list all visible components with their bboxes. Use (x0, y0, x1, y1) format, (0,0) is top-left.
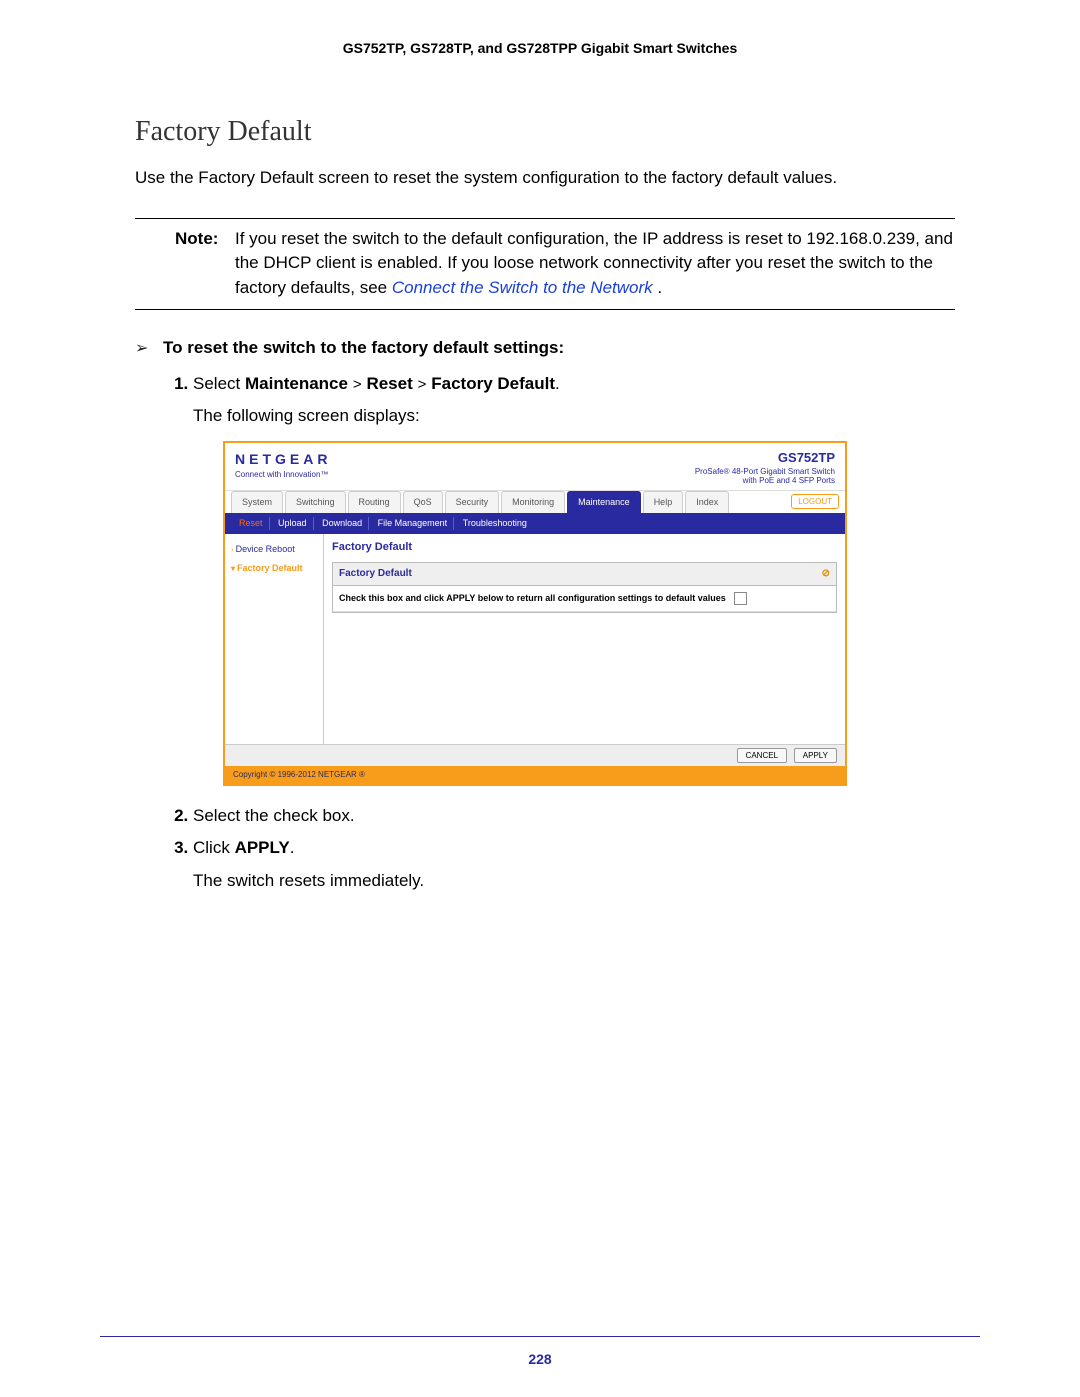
shot-sidebar: ›Device Reboot ▾Factory Default (225, 534, 324, 744)
tab-routing[interactable]: Routing (348, 491, 401, 513)
factory-default-checkbox[interactable] (734, 592, 747, 605)
tab-system[interactable]: System (231, 491, 283, 513)
note-body-post: . (653, 278, 662, 297)
step1-reset: Reset (366, 374, 412, 393)
procedure-title: To reset the switch to the factory defau… (163, 338, 564, 358)
page-number: 228 (0, 1351, 1080, 1367)
step-1: Select Maintenance > Reset > Factory Def… (193, 372, 955, 786)
note-rule-top (135, 218, 955, 219)
procedure-arrow-icon: ➢ (135, 338, 163, 358)
help-icon[interactable]: ⊘ (822, 567, 830, 582)
apply-button[interactable]: APPLY (794, 748, 837, 764)
subtab-download[interactable]: Download (316, 517, 369, 530)
chevron-right-icon: › (231, 545, 234, 554)
step1-factory-default: Factory Default (431, 374, 555, 393)
step3-pre: Click (193, 838, 235, 857)
page-header: GS752TP, GS728TP, and GS728TPP Gigabit S… (0, 40, 1080, 56)
model-sub2: with PoE and 4 SFP Ports (695, 477, 835, 486)
step1-pre: Select (193, 374, 245, 393)
tab-index[interactable]: Index (685, 491, 729, 513)
step1-sub: The following screen displays: (193, 404, 955, 429)
step3-apply: APPLY (235, 838, 290, 857)
tab-switching[interactable]: Switching (285, 491, 346, 513)
step3-post: . (290, 838, 295, 857)
subtab-reset[interactable]: Reset (233, 517, 270, 530)
sidebar-label-reboot: Device Reboot (236, 544, 295, 554)
note-block: Note: If you reset the switch to the def… (135, 227, 955, 301)
chevron-down-icon: ▾ (231, 564, 235, 573)
shot-copyright: Copyright © 1996-2012 NETGEAR ® (225, 766, 845, 784)
brand-logo: NETGEAR (235, 449, 331, 469)
brand-tagline: Connect with Innovation™ (235, 469, 331, 481)
step-3: Click APPLY. The switch resets immediate… (193, 836, 955, 893)
model-name: GS752TP (695, 449, 835, 468)
step1-maintenance: Maintenance (245, 374, 348, 393)
note-link[interactable]: Connect the Switch to the Network (392, 278, 653, 297)
tab-security[interactable]: Security (445, 491, 500, 513)
sub-tabs: Reset Upload Download File Management Tr… (225, 513, 845, 534)
panel-title: Factory Default (332, 540, 837, 556)
cancel-button[interactable]: CANCEL (737, 748, 787, 764)
subtab-troubleshooting[interactable]: Troubleshooting (457, 517, 533, 530)
main-tabs: System Switching Routing QoS Security Mo… (225, 490, 845, 513)
step3-sub: The switch resets immediately. (193, 869, 955, 894)
tab-maintenance[interactable]: Maintenance (567, 491, 641, 513)
note-rule-bottom (135, 309, 955, 310)
page-title: Factory Default (135, 116, 955, 148)
sidebar-label-factory: Factory Default (237, 563, 303, 573)
tab-monitoring[interactable]: Monitoring (501, 491, 565, 513)
subtab-upload[interactable]: Upload (272, 517, 314, 530)
subtab-file-management[interactable]: File Management (372, 517, 455, 530)
note-body: If you reset the switch to the default c… (235, 227, 955, 301)
panel-row-text: Check this box and click APPLY below to … (339, 592, 726, 605)
tab-qos[interactable]: QoS (403, 491, 443, 513)
step-2: Select the check box. (193, 804, 955, 829)
step1-post: . (555, 374, 560, 393)
footer-rule (100, 1336, 980, 1337)
sidebar-item-factory-default[interactable]: ▾Factory Default (229, 559, 319, 578)
embedded-screenshot: NETGEAR Connect with Innovation™ GS752TP… (223, 441, 847, 786)
intro-paragraph: Use the Factory Default screen to reset … (135, 166, 955, 190)
panel-header-label: Factory Default (339, 567, 412, 582)
logout-button[interactable]: LOGOUT (791, 494, 839, 510)
sidebar-item-device-reboot[interactable]: ›Device Reboot (229, 540, 319, 559)
tab-help[interactable]: Help (643, 491, 684, 513)
note-label: Note: (175, 227, 235, 301)
